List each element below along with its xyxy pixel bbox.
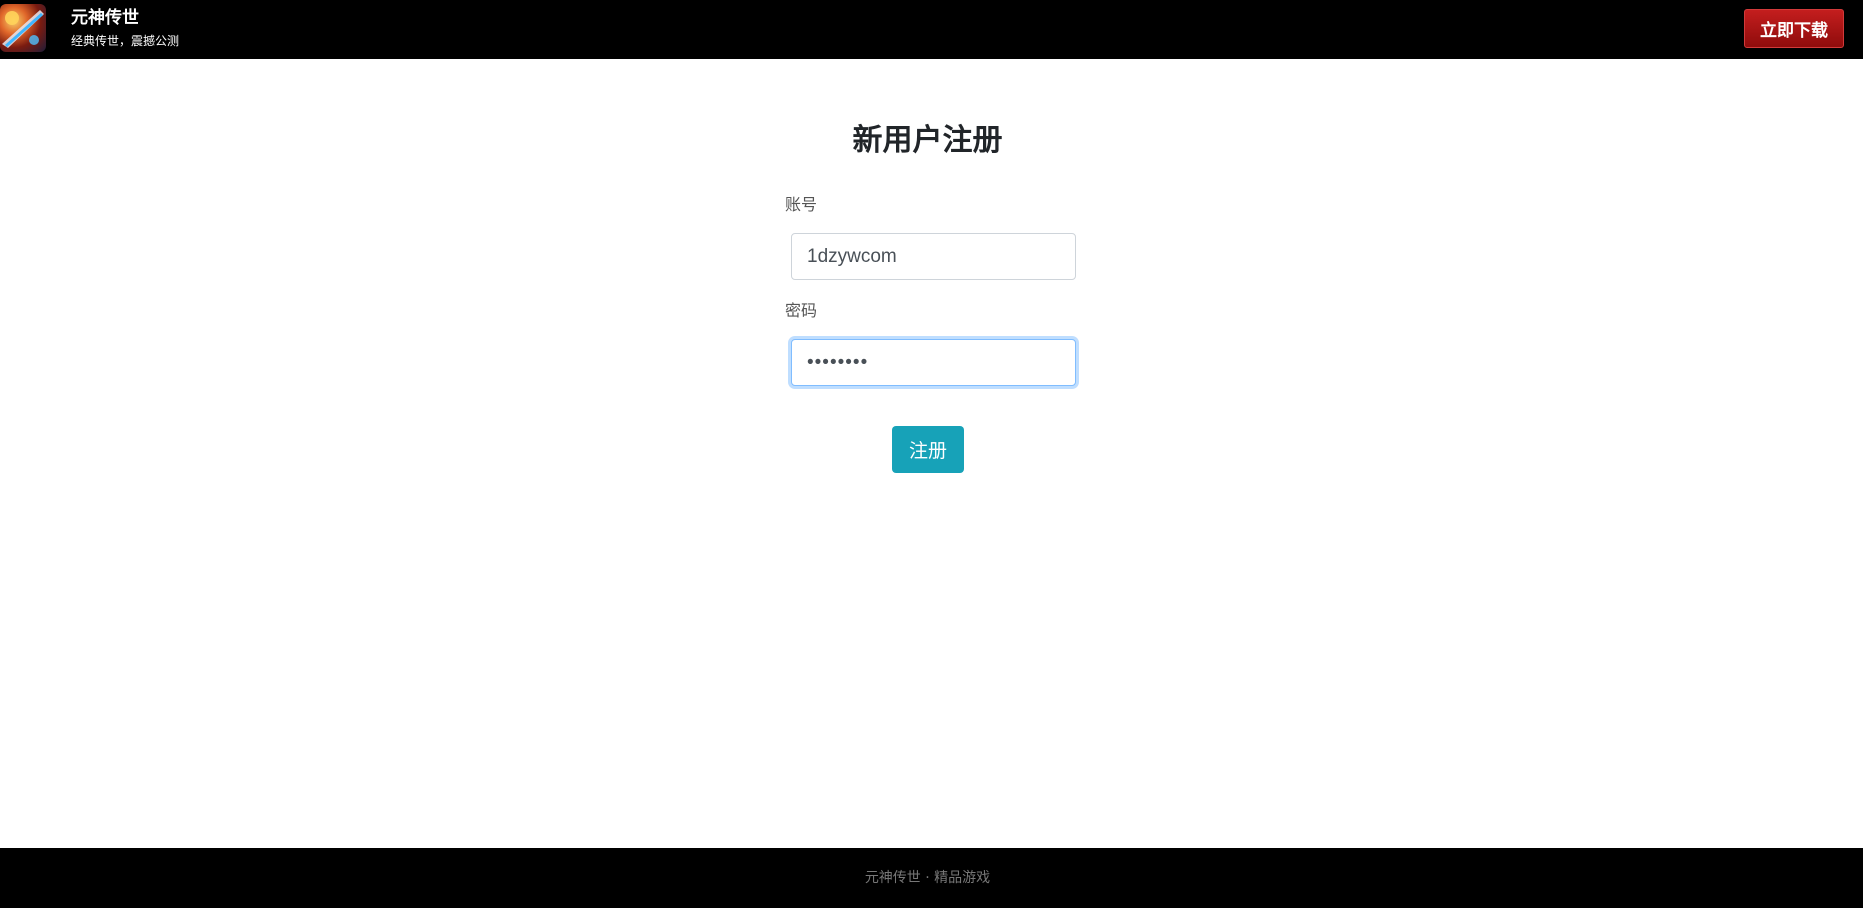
- account-label: 账号: [785, 195, 818, 214]
- site-title: 元神传世: [71, 8, 139, 28]
- page-footer: 元神传世 · 精品游戏: [0, 848, 1863, 908]
- site-subtitle: 经典传世，震撼公测: [71, 34, 180, 48]
- page-title: 新用户注册: [852, 123, 1003, 158]
- password-input[interactable]: [791, 339, 1076, 386]
- download-now-button[interactable]: 立即下载: [1744, 9, 1844, 48]
- game-logo-icon[interactable]: [0, 4, 46, 52]
- top-header: 元神传世 经典传世，震撼公测 立即下载: [0, 0, 1863, 59]
- footer-text: 元神传世 · 精品游戏: [864, 870, 991, 886]
- account-input[interactable]: [791, 233, 1076, 280]
- register-button[interactable]: 注册: [892, 426, 964, 473]
- password-label: 密码: [785, 301, 818, 320]
